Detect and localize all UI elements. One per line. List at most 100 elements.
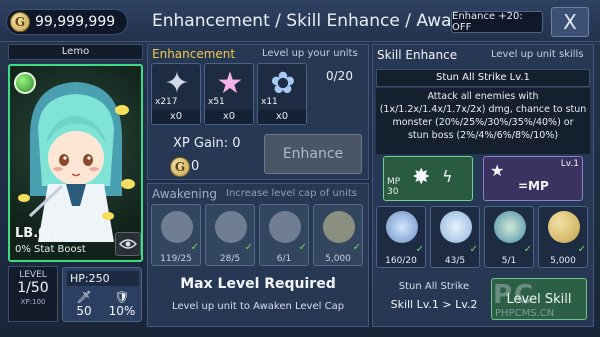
- explosion-icon: ✸: [412, 165, 431, 190]
- gold-coin-icon: G: [170, 157, 190, 177]
- mp-cost: MP 30: [387, 177, 400, 197]
- skill-name: Stun All Strike Lv.1: [376, 69, 590, 87]
- skill-level-change: Skill Lv.1 > Lv.2: [390, 298, 478, 311]
- check-icon: ✓: [298, 242, 307, 253]
- awakening-material: 119/25 ✓: [151, 204, 201, 266]
- skill-card-passive[interactable]: ★ Lv.1 =MP: [483, 156, 583, 201]
- level-value: 1/50: [17, 280, 49, 296]
- defense-value: 10%: [108, 304, 136, 318]
- watermark-text: PHPCMS.CN: [495, 308, 555, 319]
- watermark-logo: PC: [493, 280, 536, 310]
- skill-desc-line: stun boss (2%/4%/6%/8%/10%): [407, 130, 559, 141]
- unit-portrait: LB.0/20 0% Stat Boost: [8, 64, 143, 262]
- material-count: 5,000: [325, 254, 351, 264]
- enhance-button[interactable]: Enhance: [264, 134, 362, 174]
- skill-desc-line: monster (20%/25%/30%/35%/40%) or: [392, 117, 574, 128]
- awakening-panel: Awakening Increase level cap of units 11…: [147, 183, 369, 327]
- material-count: 6/1: [276, 254, 292, 264]
- defense-stat: 🛡 10%: [105, 290, 139, 320]
- material-selected: x0: [258, 110, 306, 124]
- mp-regen-label: =MP: [518, 179, 549, 193]
- enhancement-subtitle: Level up your units: [262, 48, 358, 59]
- view-unit-button[interactable]: [115, 232, 141, 256]
- awakening-header: Awakening: [152, 187, 217, 201]
- xp-gain: XP Gain: 0: [173, 136, 241, 151]
- skill-card-active[interactable]: MP 30 ✸ ϟ: [383, 156, 473, 201]
- skill-description: Attack all enemies with (1x/1.2x/1.4x/1.…: [376, 88, 590, 154]
- eye-icon: [119, 239, 137, 249]
- material-rainbow-star[interactable]: ★ x51 x0: [204, 63, 254, 125]
- stat-boost: 0% Stat Boost: [15, 244, 86, 255]
- check-icon: ✓: [352, 242, 361, 253]
- material-count: 28/5: [219, 254, 241, 264]
- enhancement-header: Enhancement: [152, 47, 236, 61]
- laurel-icon: [269, 211, 301, 243]
- rainbow-star-icon: ★: [216, 66, 244, 101]
- ghost-icon: [494, 211, 526, 243]
- material-count: 119/25: [160, 254, 192, 264]
- skill-subtitle: Level up unit skills: [491, 49, 584, 60]
- silver-star-icon: ✦: [164, 66, 190, 101]
- skill-material: 160/20 ✓: [376, 206, 426, 268]
- check-icon: ✓: [523, 244, 532, 255]
- sword-icon: 🗡: [76, 290, 92, 304]
- check-icon: ✓: [415, 244, 424, 255]
- unit-level-box: LEVEL 1/50 XP:100: [8, 266, 58, 322]
- material-silver-star[interactable]: ✦ x217 x0: [151, 63, 201, 125]
- crescent-moon-icon: [386, 211, 418, 243]
- star-icon: ★: [490, 161, 505, 180]
- material-count: 5/1: [501, 256, 517, 266]
- material-count: 5,000: [550, 256, 576, 266]
- grass-element-icon: [14, 72, 36, 94]
- check-icon: ✓: [577, 244, 586, 255]
- skill-desc-line: (1x/1.2x/1.4x/1.7x/2x) dmg, chance to st…: [379, 104, 587, 115]
- awaken-hint: Level up unit to Awaken Level Cap: [171, 301, 345, 312]
- unit-stats-box: HP:250 🗡 50 🛡 10%: [62, 267, 142, 322]
- top-bar: G 99,999,999 Enhancement / Skill Enhance…: [0, 0, 600, 42]
- material-owned: x51: [208, 97, 225, 107]
- mp-value: 30: [387, 187, 399, 197]
- fairy-icon: ✿: [270, 66, 296, 101]
- mp-label: MP: [387, 177, 401, 187]
- lightning-icon: ϟ: [442, 167, 453, 186]
- gold-coin-icon: G: [10, 12, 30, 32]
- close-button[interactable]: X: [551, 7, 589, 37]
- material-owned: x217: [155, 97, 178, 107]
- unit-name: Lemo: [8, 44, 143, 60]
- level-label: LEVEL: [19, 270, 47, 280]
- gold-amount: 99,999,999: [35, 14, 116, 30]
- material-count: 160/20: [385, 256, 417, 266]
- check-icon: ✓: [244, 242, 253, 253]
- wing-icon: [161, 211, 193, 243]
- skill-header: Skill Enhance: [377, 48, 458, 62]
- disc-icon: [215, 211, 247, 243]
- check-icon: ✓: [190, 242, 199, 253]
- material-selected: x0: [205, 110, 253, 124]
- awakening-subtitle: Increase level cap of units: [226, 188, 358, 199]
- awakening-material: 5,000 ✓: [313, 204, 363, 266]
- material-count: 43/5: [444, 256, 466, 266]
- skill-material: 5/1 ✓: [484, 206, 534, 268]
- watermark: PC PHPCMS.CN: [477, 280, 592, 328]
- awakening-material: 6/1 ✓: [259, 204, 309, 266]
- skill-label: Stun All Strike: [398, 281, 470, 292]
- enhance-plus-20-toggle[interactable]: Enhance +20: OFF: [451, 11, 543, 33]
- skill-material: 5,000 ✓: [538, 206, 588, 268]
- skill-level-label: Lv.1: [560, 159, 579, 169]
- material-owned: x11: [261, 97, 278, 107]
- gold-coin-icon: [548, 211, 580, 243]
- xp-value: XP:100: [20, 298, 46, 306]
- skill-desc-line: Attack all enemies with: [427, 91, 539, 102]
- gold-coin-icon: [323, 211, 355, 243]
- enhancement-panel: Enhancement Level up your units ✦ x217 x…: [147, 44, 369, 180]
- attack-stat: 🗡 50: [67, 290, 101, 320]
- awakening-material: 28/5 ✓: [205, 204, 255, 266]
- shield-icon: 🛡: [114, 290, 130, 304]
- check-icon: ✓: [469, 244, 478, 255]
- skill-material: 43/5 ✓: [430, 206, 480, 268]
- enhancement-count: 0/20: [326, 69, 353, 83]
- material-selected: x0: [152, 110, 200, 124]
- material-fairy[interactable]: ✿ x11 x0: [257, 63, 307, 125]
- hp-value: HP:250: [67, 271, 139, 286]
- limit-break: LB.0/20: [15, 226, 71, 241]
